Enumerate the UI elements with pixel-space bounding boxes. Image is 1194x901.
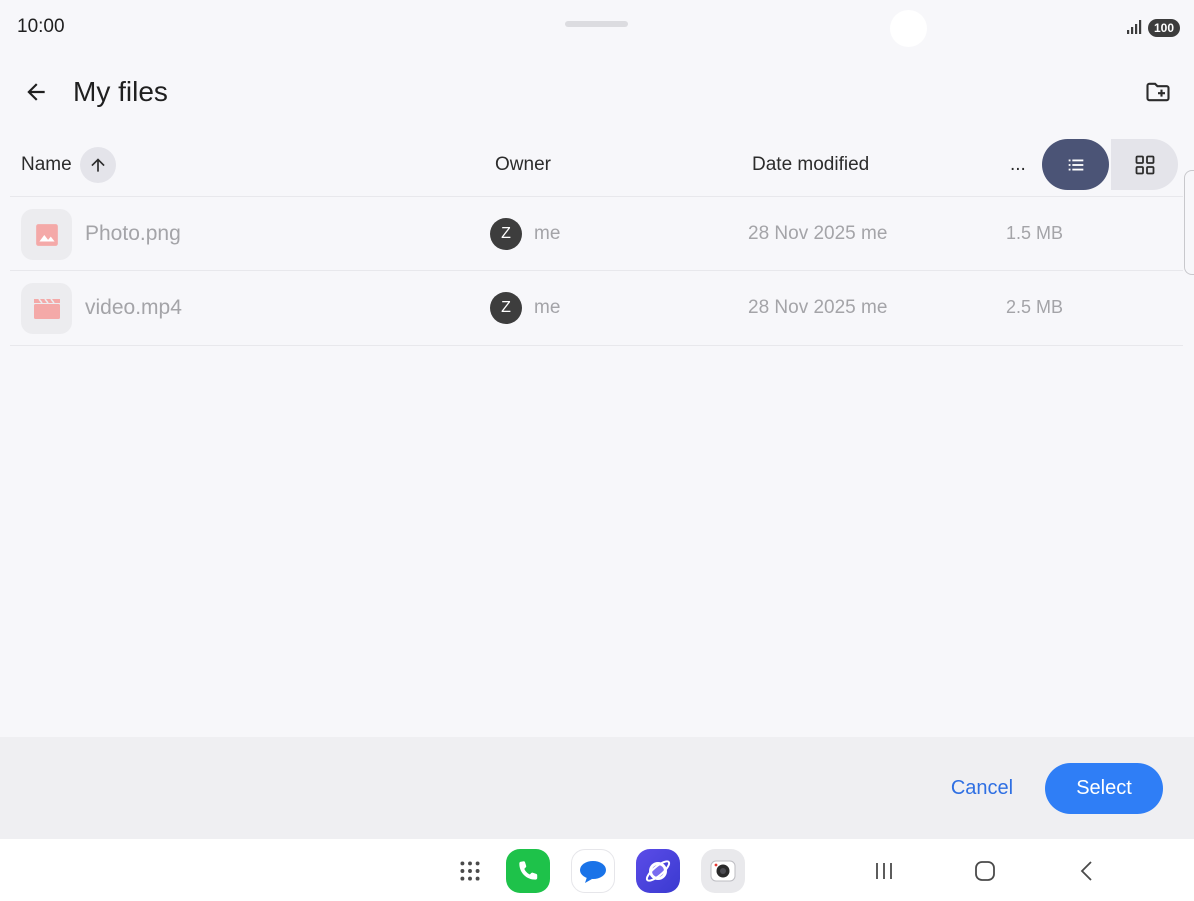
page-title: My files (73, 76, 168, 107)
row-divider (10, 345, 1183, 346)
avatar: Z (490, 292, 522, 324)
new-folder-button[interactable] (1136, 70, 1180, 114)
create-new-folder-icon (1146, 82, 1170, 102)
file-name: video.mp4 (85, 296, 182, 319)
arrow-up-icon (91, 158, 105, 172)
file-size: 1.5 MB (1006, 223, 1064, 243)
file-date-modified: 28 Nov 2025 me (748, 297, 888, 318)
file-date-modified: 28 Nov 2025 me (748, 223, 888, 244)
column-header-date-modified[interactable]: Date modified (752, 154, 869, 176)
list-view-button[interactable] (1042, 139, 1109, 190)
recents-button[interactable] (862, 849, 906, 893)
file-size: 2.5 MB (1006, 297, 1064, 317)
sort-direction-button[interactable] (80, 147, 116, 183)
grid-view-icon (1135, 155, 1154, 174)
recents-icon (876, 863, 892, 879)
signal-icon (1127, 20, 1142, 34)
list-view-icon (1068, 159, 1083, 170)
back-nav-icon (1080, 861, 1092, 881)
column-header-name[interactable]: Name (21, 154, 72, 176)
file-row-video[interactable]: video.mp4 Z me 28 Nov 2025 me 2.5 MB (10, 271, 1183, 345)
edge-panel-handle[interactable] (1184, 170, 1194, 275)
file-row-photo[interactable]: Photo.png Z me 28 Nov 2025 me 1.5 MB (10, 197, 1183, 271)
internet-app[interactable] (636, 849, 680, 893)
back-nav-button[interactable] (1065, 849, 1109, 893)
grid-view-button[interactable] (1111, 139, 1178, 190)
column-header-owner[interactable]: Owner (495, 154, 551, 176)
view-toggle (1042, 139, 1178, 190)
select-button[interactable]: Select (1045, 763, 1163, 814)
status-bar: 10:00 100 (0, 0, 1194, 56)
image-file-icon (35, 223, 58, 246)
home-icon (975, 861, 995, 881)
status-time: 10:00 (17, 16, 65, 37)
phone-app[interactable] (506, 849, 550, 893)
drag-handle[interactable] (565, 21, 628, 27)
apps-grid-icon (460, 861, 480, 881)
camera-app[interactable] (701, 849, 745, 893)
avatar: Z (490, 218, 522, 250)
messages-app[interactable] (571, 849, 615, 893)
phone-app-icon (519, 861, 538, 880)
apps-grid-button[interactable] (448, 849, 492, 893)
back-button[interactable] (14, 70, 58, 114)
file-thumbnail (21, 209, 72, 260)
internet-app-icon (645, 860, 671, 882)
battery-indicator: 100 (1148, 19, 1180, 37)
arrow-left-icon (27, 83, 45, 101)
file-owner: me (534, 223, 561, 244)
cancel-button[interactable]: Cancel (938, 763, 1026, 813)
column-header-more[interactable]: ... (1010, 154, 1026, 176)
messages-app-icon (580, 861, 606, 883)
video-file-icon (33, 298, 60, 319)
file-thumbnail (21, 283, 72, 334)
camera-cutout (890, 10, 927, 47)
file-name: Photo.png (85, 222, 181, 245)
camera-app-icon (710, 860, 736, 882)
file-owner: me (534, 297, 561, 318)
home-button[interactable] (963, 849, 1007, 893)
